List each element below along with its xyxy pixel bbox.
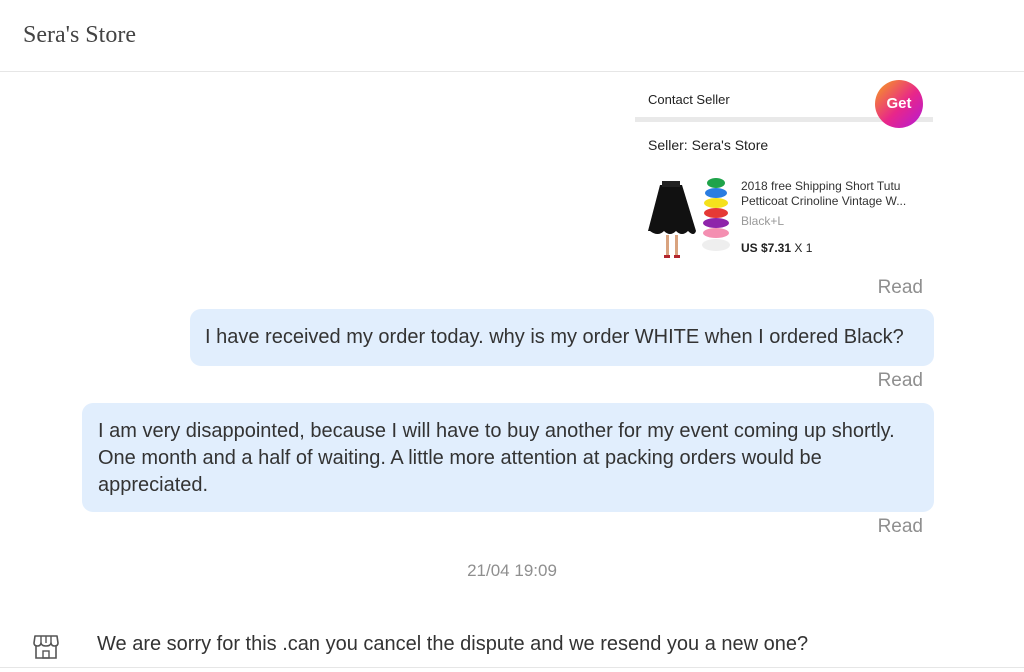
store-icon [33,635,59,659]
product-variant: Black+L [741,214,785,228]
product-title[interactable]: 2018 free Shipping Short Tutu Petticoat … [741,179,926,209]
chat-header: Sera's Store [0,0,1024,72]
message-bubble: I am very disappointed, because I will h… [82,403,934,512]
product-price-line: US $7.31 X 1 [741,241,812,255]
seller-label: Seller: Sera's Store [648,137,769,153]
product-quantity: X 1 [794,241,813,255]
message-bubble: I have received my order today. why is m… [190,309,934,366]
message-text: I am very disappointed, because I will h… [98,420,895,496]
product-card[interactable]: Contact Seller Get Seller: Sera's Store … [635,78,933,268]
read-status: Read [877,370,923,391]
store-name-title: Sera's Store [23,22,136,48]
message-text: I have received my order today. why is m… [205,326,904,348]
contact-seller-label: Contact Seller [648,92,730,107]
seller-message-text: We are sorry for this .can you cancel th… [97,633,809,655]
product-thumbnail[interactable] [648,173,740,263]
message-timestamp: 21/04 19:09 [467,561,557,580]
product-price: US $7.31 [741,241,792,255]
read-status: Read [877,277,923,298]
get-button[interactable]: Get [875,80,923,128]
read-status: Read [877,516,923,537]
divider [0,667,1024,668]
